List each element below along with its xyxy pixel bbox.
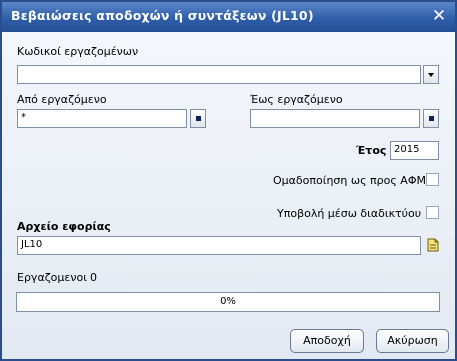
accept-button[interactable]: Αποδοχή bbox=[290, 329, 364, 353]
tax-file-label: Αρχείο εφορίας bbox=[17, 220, 111, 233]
to-employee-lookup-button[interactable] bbox=[423, 109, 439, 128]
window-title: Βεβαιώσεις αποδοχών ή συντάξεων (JL10) bbox=[11, 8, 314, 23]
title-bar[interactable]: Βεβαιώσεις αποδοχών ή συντάξεων (JL10) ✕ bbox=[2, 2, 455, 32]
tax-file-input[interactable]: JL10 bbox=[17, 236, 421, 255]
to-employee-input[interactable] bbox=[250, 109, 420, 128]
close-icon[interactable]: ✕ bbox=[431, 7, 447, 25]
employees-count: 0 bbox=[90, 271, 97, 284]
browse-file-icon[interactable] bbox=[427, 238, 439, 252]
group-by-afm-checkbox[interactable] bbox=[426, 173, 439, 186]
to-employee-label: Έως εργαζόμενο bbox=[250, 93, 343, 106]
employee-codes-combo[interactable] bbox=[17, 65, 421, 84]
from-employee-lookup-button[interactable] bbox=[190, 109, 206, 128]
cancel-button[interactable]: Ακύρωση bbox=[376, 329, 449, 353]
employee-codes-dropdown-button[interactable] bbox=[423, 65, 439, 84]
dialog-body: Κωδικοί εργαζομένων Από εργαζόμενο * Έως… bbox=[2, 32, 455, 359]
from-employee-label: Από εργαζόμενο bbox=[17, 93, 107, 106]
group-by-afm-label: Ομαδοποίηση ως προς ΑΦΜ bbox=[273, 174, 426, 187]
year-input[interactable]: 2015 bbox=[390, 141, 439, 160]
employee-codes-label: Κωδικοί εργαζομένων bbox=[17, 45, 139, 58]
submit-online-checkbox[interactable] bbox=[426, 206, 439, 219]
from-employee-input[interactable]: * bbox=[17, 109, 187, 128]
year-label: Έτος bbox=[356, 144, 387, 157]
lookup-icon bbox=[196, 116, 201, 121]
employees-label: Εργαζομενοι bbox=[17, 271, 87, 284]
progress-text: 0% bbox=[220, 296, 236, 307]
lookup-icon bbox=[429, 116, 434, 121]
chevron-down-icon bbox=[428, 73, 434, 77]
progress-bar: 0% bbox=[16, 292, 440, 312]
submit-online-label: Υποβολή μέσω διαδικτύου bbox=[277, 207, 422, 220]
dialog-window: Βεβαιώσεις αποδοχών ή συντάξεων (JL10) ✕… bbox=[0, 0, 457, 361]
